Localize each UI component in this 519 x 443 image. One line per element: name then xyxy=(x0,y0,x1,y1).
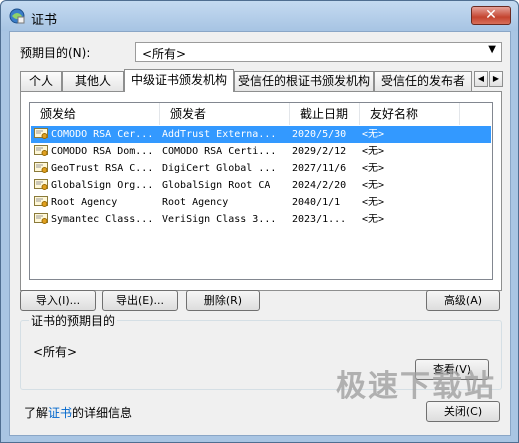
certificate-icon xyxy=(34,145,48,156)
cell-issued-to: Symantec Class... xyxy=(51,214,154,225)
tab-intermediate-ca[interactable]: 中级证书颁发机构 xyxy=(124,69,234,92)
certificate-icon xyxy=(34,162,48,173)
cell-issued-by: AddTrust Externa... xyxy=(162,129,277,140)
tab-trusted-publishers[interactable]: 受信任的发布者 xyxy=(374,71,472,91)
certificate-icon xyxy=(34,213,48,224)
cell-expiration: 2040/1/1 xyxy=(292,197,341,208)
learn-more-text: 了解证书的详细信息 xyxy=(24,404,132,421)
table-row[interactable]: Root Agency Root Agency 2040/1/1 <无> xyxy=(31,194,491,211)
cell-issued-to: Root Agency xyxy=(51,197,118,208)
cell-issued-by: DigiCert Global ... xyxy=(162,163,277,174)
cell-friendly-name: <无> xyxy=(362,163,385,174)
tab-personal[interactable]: 个人 xyxy=(20,71,62,91)
certificates-link[interactable]: 证书 xyxy=(48,406,72,420)
cell-issued-to: COMODO RSA Cer... xyxy=(51,129,154,140)
cell-friendly-name: <无> xyxy=(362,129,385,140)
certificate-icon xyxy=(34,196,48,207)
learn-more-prefix: 了解 xyxy=(24,406,49,420)
purpose-selected-value: <所有> xyxy=(142,47,187,61)
certificate-app-icon xyxy=(9,8,25,24)
cell-issued-to: GeoTrust RSA C... xyxy=(51,163,154,174)
purpose-label: 预期目的(N): xyxy=(20,46,91,60)
cell-issued-by: VeriSign Class 3... xyxy=(162,214,277,225)
cell-friendly-name: <无> xyxy=(362,214,385,225)
cell-expiration: 2029/2/12 xyxy=(292,146,347,157)
column-issued-to[interactable]: 颁发给 xyxy=(30,103,160,125)
advanced-button[interactable]: 高级(A) xyxy=(426,290,500,311)
cell-expiration: 2024/2/20 xyxy=(292,180,347,191)
cell-issued-by: COMODO RSA Certi... xyxy=(162,146,277,157)
purposes-group-value: <所有> xyxy=(33,345,78,359)
column-friendly-name[interactable]: 友好名称 xyxy=(360,103,460,125)
cell-issued-to: GlobalSign Org... xyxy=(51,180,154,191)
cell-issued-by: GlobalSign Root CA xyxy=(162,180,271,191)
remove-button[interactable]: 删除(R) xyxy=(186,290,260,311)
tab-strip: 个人 其他人 中级证书颁发机构 受信任的根证书颁发机构 受信任的发布者 ◀ ▶ xyxy=(20,69,505,92)
cell-expiration: 2027/11/6 xyxy=(292,163,347,174)
cell-issued-by: Root Agency xyxy=(162,197,229,208)
certificates-window: 证书 ✕ 预期目的(N): <所有> ▼ 个人 其他人 中级证书颁发机构 受信任… xyxy=(0,0,519,443)
title-bar[interactable]: 证书 ✕ xyxy=(1,1,518,31)
chevron-down-icon: ▼ xyxy=(488,44,496,55)
table-row[interactable]: COMODO RSA Cer... AddTrust Externa... 2020… xyxy=(31,126,491,143)
cell-friendly-name: <无> xyxy=(362,180,385,191)
table-row[interactable]: COMODO RSA Dom... COMODO RSA Certi... 2029… xyxy=(31,143,491,160)
table-row[interactable]: GeoTrust RSA C... DigiCert Global ... 2027… xyxy=(31,160,491,177)
cell-friendly-name: <无> xyxy=(362,197,385,208)
tab-scroll-right-icon[interactable]: ▶ xyxy=(489,71,503,87)
tab-other-people[interactable]: 其他人 xyxy=(62,71,124,91)
purposes-group-label: 证书的预期目的 xyxy=(29,312,118,329)
export-button[interactable]: 导出(E)... xyxy=(102,290,178,311)
table-row[interactable]: GlobalSign Org... GlobalSign Root CA 2024/… xyxy=(31,177,491,194)
cell-expiration: 2023/1... xyxy=(292,214,347,225)
list-header: 颁发给 颁发者 截止日期 友好名称 xyxy=(30,103,492,125)
import-button[interactable]: 导入(I)... xyxy=(20,290,96,311)
window-title: 证书 xyxy=(31,13,58,28)
tab-scroll-left-icon[interactable]: ◀ xyxy=(474,71,488,87)
learn-more-suffix: 的详细信息 xyxy=(72,406,133,420)
watermark-text: 极速下载站 xyxy=(336,369,496,404)
cell-issued-to: COMODO RSA Dom... xyxy=(51,146,154,157)
certificate-icon xyxy=(34,179,48,190)
cell-expiration: 2020/5/30 xyxy=(292,129,347,140)
tab-panel: 颁发给 颁发者 截止日期 友好名称 COMODO RSA Cer... AddTr… xyxy=(20,91,502,291)
table-row[interactable]: Symantec Class... VeriSign Class 3... 2023… xyxy=(31,211,491,228)
certificate-list[interactable]: 颁发给 颁发者 截止日期 友好名称 COMODO RSA Cer... AddTr… xyxy=(29,102,493,280)
column-issued-by[interactable]: 颁发者 xyxy=(160,103,290,125)
purpose-select[interactable]: <所有> ▼ xyxy=(135,42,502,62)
cell-friendly-name: <无> xyxy=(362,146,385,157)
close-window-button[interactable]: ✕ xyxy=(471,6,511,25)
column-expiration[interactable]: 截止日期 xyxy=(290,103,360,125)
certificate-icon xyxy=(34,128,48,139)
tab-trusted-root-ca[interactable]: 受信任的根证书颁发机构 xyxy=(234,71,374,91)
